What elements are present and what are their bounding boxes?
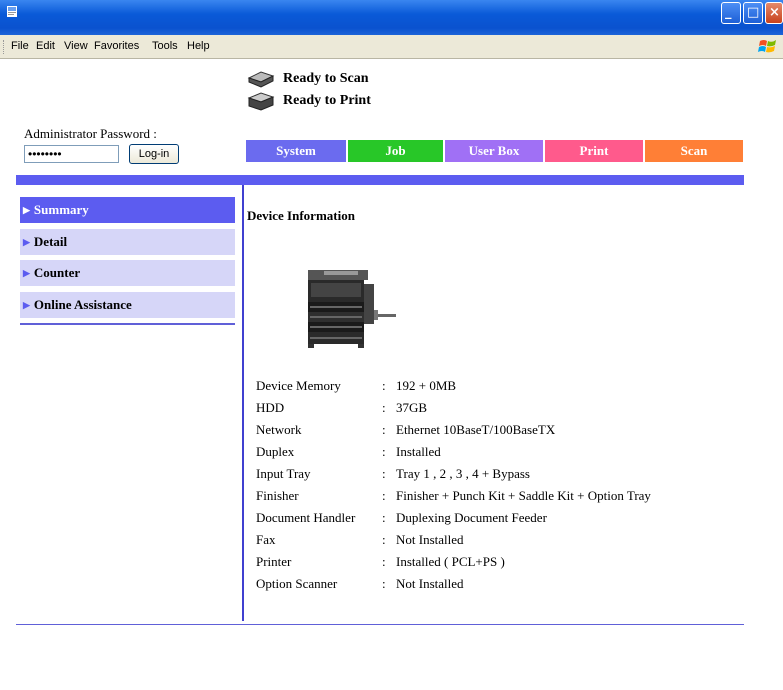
close-button[interactable]: × [765,2,783,24]
nav-summary[interactable]: ▶ Summary [20,197,235,223]
nav-detail-label: Detail [33,234,68,249]
info-value: Installed ( PCL+PS ) [396,554,505,569]
mfp-device-image [308,270,396,348]
menu-file[interactable]: File [11,40,29,52]
print-status-text: Ready to Print [283,93,371,108]
info-label: HDD [256,400,285,415]
nav-summary-label: Summary [33,202,89,217]
tab-job-label: Job [385,143,406,158]
menu-view[interactable]: View [64,40,88,52]
info-row: Duplex: Installed [256,444,651,466]
info-label: Input Tray [256,466,311,481]
menu-grip [3,40,6,54]
login-button[interactable]: Log-in [129,144,179,164]
info-row: Fax: Not Installed [256,532,651,554]
tab-system[interactable]: System [246,140,346,162]
info-colon: : [382,422,386,437]
nav-divider [20,323,235,325]
info-row: Input Tray: Tray 1 , 2 , 3 , 4 + Bypass [256,466,651,488]
maximize-icon: □ [747,5,760,20]
info-label: Printer [256,554,292,569]
tab-scan-label: Scan [680,143,708,158]
nav-detail[interactable]: ▶ Detail [20,229,235,255]
info-value: Ethernet 10BaseT/100BaseTX [396,422,556,437]
info-label: Duplex [256,444,295,459]
info-label: Network [256,422,302,437]
ie-app-icon [7,6,17,17]
info-value: Duplexing Document Feeder [396,510,547,525]
info-label: Finisher [256,488,299,503]
device-info-table: Device Memory:192 + 0MB HDD:37GB Network… [256,378,651,598]
menu-edit[interactable]: Edit [36,40,55,52]
nav-arrow-icon: ▶ [23,204,30,215]
info-label: Option Scanner [256,576,338,591]
minimize-button[interactable]: _ [721,2,741,24]
info-row: Device Memory:192 + 0MB [256,378,651,400]
info-colon: : [382,466,386,481]
tab-print-label: Print [579,143,609,158]
maximize-button[interactable]: □ [743,2,763,24]
scan-status-text: Ready to Scan [283,71,369,86]
nav-counter-label: Counter [33,265,81,280]
info-colon: : [382,400,386,415]
info-label: Device Memory [256,378,341,393]
print-status: Ready to Print [247,91,371,111]
info-row: HDD:37GB [256,400,651,422]
info-value: Finisher + Punch Kit + Saddle Kit + Opti… [396,488,651,503]
nav-arrow-icon: ▶ [23,236,30,247]
info-colon: : [382,510,386,525]
info-row: Option Scanner: Not Installed [256,576,651,598]
info-row: Printer: Installed ( PCL+PS ) [256,554,651,576]
nav-counter[interactable]: ▶ Counter [20,260,235,286]
menu-help[interactable]: Help [187,40,210,52]
info-value: 192 + 0MB [396,378,457,393]
info-value: Not Installed [396,532,464,547]
header-divider-bar [16,175,744,185]
tab-user-box-label: User Box [468,143,520,158]
tab-job[interactable]: Job [348,140,443,162]
info-value: Tray 1 , 2 , 3 , 4 + Bypass [396,466,530,481]
nav-online-assistance-label: Online Assistance [33,297,132,312]
info-value: Not Installed [396,576,464,591]
nav-online-assistance[interactable]: ▶ Online Assistance [20,292,235,318]
info-row: Finisher: Finisher + Punch Kit + Saddle K… [256,488,651,510]
menu-favorites[interactable]: Favorites [94,40,139,52]
admin-password-field[interactable]: •••••••• [24,145,119,163]
info-colon: : [382,378,386,393]
info-row: Document Handler: Duplexing Document Feed… [256,510,651,532]
main-tabs: System Job User Box Print Scan [246,140,745,162]
windows-logo-icon [758,40,776,53]
info-value: Installed [396,444,441,459]
info-label: Document Handler [256,510,356,525]
footer-divider [16,624,744,625]
menu-bar: File Edit View Favorites Tools Help [0,35,783,59]
close-icon: × [769,5,780,20]
menu-tools[interactable]: Tools [152,40,178,52]
info-colon: : [382,488,386,503]
nav-arrow-icon: ▶ [23,267,30,278]
info-value: 37GB [396,400,428,415]
scanner-icon [247,71,275,88]
tab-system-label: System [276,143,316,158]
admin-password-label: Administrator Password : [24,126,157,141]
printer-icon [247,92,275,111]
window-titlebar: _ □ × [0,0,783,35]
scan-status: Ready to Scan [247,70,369,88]
nav-arrow-icon: ▶ [23,299,30,310]
tab-user-box[interactable]: User Box [445,140,543,162]
section-title: Device Information [247,208,355,223]
info-colon: : [382,444,386,459]
info-colon: : [382,532,386,547]
tab-print[interactable]: Print [545,140,643,162]
info-label: Fax [256,532,276,547]
minimize-icon: _ [725,5,732,20]
info-colon: : [382,554,386,569]
info-colon: : [382,576,386,591]
tab-scan[interactable]: Scan [645,140,743,162]
info-row: Network: Ethernet 10BaseT/100BaseTX [256,422,651,444]
